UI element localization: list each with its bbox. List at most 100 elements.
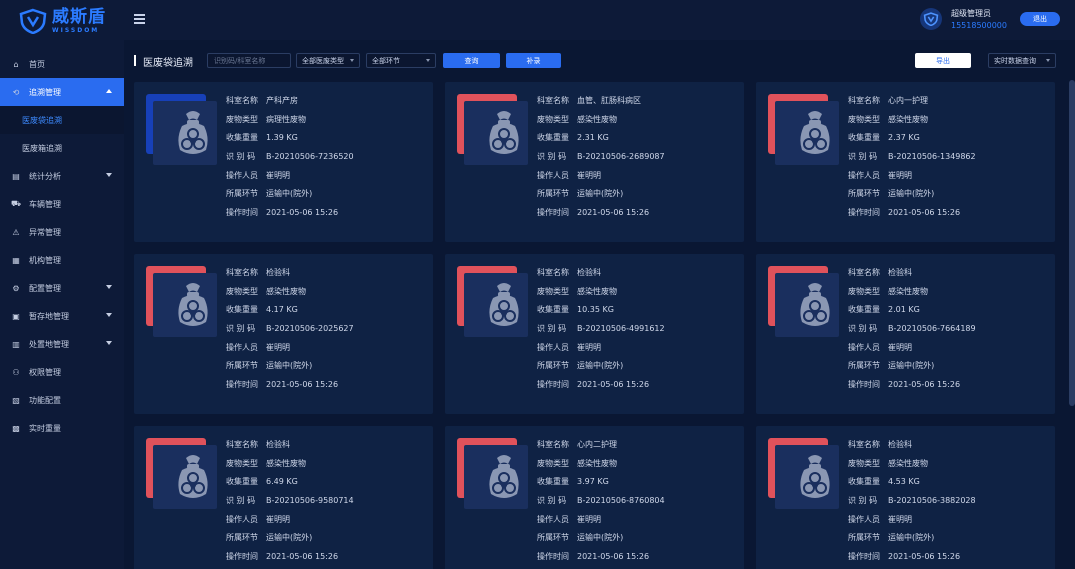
field-value: 2.31 KG bbox=[577, 133, 609, 143]
field-label: 识 别 码 bbox=[537, 324, 567, 334]
waste-bag-card[interactable]: 科室名称 心内一护理 废物类型 感染性废物 收集重量 2.37 KG 识 别 码 B-2021… bbox=[756, 82, 1055, 242]
sidebar-item[interactable]: ▤ 统计分析 bbox=[0, 162, 124, 190]
field-value: 崔明明 bbox=[577, 514, 601, 524]
card-field-time: 操作时间 2021-05-06 15:26 bbox=[848, 376, 976, 395]
card-field-operator: 操作人员 崔明明 bbox=[848, 511, 976, 530]
shield-logo-icon bbox=[923, 12, 939, 26]
waste-bag-card[interactable]: 科室名称 检验科 废物类型 感染性废物 收集重量 6.49 KG 识 别 码 B-202105… bbox=[134, 426, 433, 569]
card-field-code: 识 别 码 B-20210506-1349862 bbox=[848, 148, 976, 167]
field-value: 检验科 bbox=[888, 440, 912, 449]
field-label: 所属环节 bbox=[537, 533, 569, 543]
sidebar-item[interactable]: ▥ 处置地管理 bbox=[0, 330, 124, 358]
card-field-code: 识 别 码 B-20210506-2689087 bbox=[537, 148, 665, 167]
biohazard-bag-icon bbox=[146, 266, 220, 337]
query-button[interactable]: 查询 bbox=[443, 53, 500, 68]
waste-bag-card[interactable]: 科室名称 检验科 废物类型 感染性废物 收集重量 2.01 KG 识 别 码 B-202105… bbox=[756, 254, 1055, 414]
field-value: 1.39 KG bbox=[266, 133, 298, 143]
card-field-waste-type: 废物类型 病理性废物 bbox=[226, 111, 354, 130]
card-field-operator: 操作人员 崔明明 bbox=[537, 511, 665, 530]
card-field-waste-type: 废物类型 感染性废物 bbox=[537, 111, 665, 130]
field-value: 检验科 bbox=[266, 268, 290, 277]
card-field-waste-type: 废物类型 感染性废物 bbox=[848, 111, 976, 130]
scrollbar[interactable] bbox=[1069, 80, 1075, 569]
field-value: 运输中(院外) bbox=[888, 533, 935, 543]
field-value: 感染性废物 bbox=[577, 458, 617, 468]
biohazard-bag-icon bbox=[457, 266, 531, 337]
field-label: 操作人员 bbox=[848, 514, 880, 524]
field-label: 科室名称 bbox=[226, 96, 258, 105]
top-header: 超级管理员 15518500000 退出 bbox=[124, 0, 1075, 40]
waste-bag-card[interactable]: 科室名称 心内二护理 废物类型 感染性废物 收集重量 3.97 KG 识 别 码 B-2021… bbox=[445, 426, 744, 569]
function-icon: ▧ bbox=[12, 395, 20, 405]
chevron-up-icon bbox=[106, 89, 112, 93]
field-label: 识 别 码 bbox=[226, 496, 256, 506]
biohazard-bag-icon bbox=[768, 438, 842, 509]
field-value: 检验科 bbox=[577, 268, 601, 277]
chevron-down-icon bbox=[106, 173, 112, 177]
field-value: 2021-05-06 15:26 bbox=[888, 380, 961, 390]
field-label: 废物类型 bbox=[848, 114, 880, 124]
card-field-waste-type: 废物类型 感染性废物 bbox=[537, 455, 665, 474]
field-value: 运输中(院外) bbox=[266, 189, 313, 199]
sidebar-item[interactable]: ▦ 机构管理 bbox=[0, 246, 124, 274]
brand-name-cn: 威斯盾 bbox=[52, 6, 106, 27]
field-value: 检验科 bbox=[266, 440, 290, 449]
field-label: 操作人员 bbox=[848, 342, 880, 352]
card-field-stage: 所属环节 运输中(院外) bbox=[848, 185, 976, 204]
sidebar-item[interactable]: ⚠ 异常管理 bbox=[0, 218, 124, 246]
waste-bag-card[interactable]: 科室名称 血管、肛肠科病区 废物类型 感染性废物 收集重量 2.31 KG 识 别 码 B-2… bbox=[445, 82, 744, 242]
field-label: 操作时间 bbox=[537, 208, 569, 218]
field-value: B-20210506-8760804 bbox=[577, 496, 665, 506]
title-accent bbox=[134, 55, 136, 66]
field-value: 感染性废物 bbox=[888, 114, 928, 124]
card-field-department: 科室名称 检验科 bbox=[226, 264, 354, 283]
field-value: 运输中(院外) bbox=[577, 189, 624, 199]
card-field-time: 操作时间 2021-05-06 15:26 bbox=[537, 548, 665, 567]
field-label: 操作人员 bbox=[226, 170, 258, 180]
chevron-down-icon bbox=[1046, 59, 1050, 62]
field-label: 科室名称 bbox=[848, 440, 880, 449]
field-label: 所属环节 bbox=[848, 533, 880, 543]
field-label: 操作时间 bbox=[537, 380, 569, 390]
sidebar-subitem[interactable]: 医废袋追溯 bbox=[0, 106, 124, 134]
stage-select[interactable]: 全部环节 bbox=[366, 53, 436, 68]
card-field-department: 科室名称 产科产房 bbox=[226, 92, 354, 111]
field-label: 收集重量 bbox=[848, 133, 880, 143]
sidebar-item[interactable]: ⌂ 首页 bbox=[0, 50, 124, 78]
waste-bag-card[interactable]: 科室名称 检验科 废物类型 感染性废物 收集重量 4.53 KG 识 别 码 B-202105… bbox=[756, 426, 1055, 569]
sidebar-item[interactable]: ▣ 暂存地管理 bbox=[0, 302, 124, 330]
realtime-query-select-value: 实时数据查询 bbox=[994, 56, 1036, 65]
sidebar-item-label: 首页 bbox=[29, 59, 45, 69]
waste-bag-card[interactable]: 科室名称 检验科 废物类型 感染性废物 收集重量 10.35 KG 识 别 码 B-20210… bbox=[445, 254, 744, 414]
card-field-department: 科室名称 血管、肛肠科病区 bbox=[537, 92, 665, 111]
sidebar-item[interactable]: ▧ 功能配置 bbox=[0, 386, 124, 414]
realtime-query-select[interactable]: 实时数据查询 bbox=[988, 53, 1056, 68]
waste-bag-card[interactable]: 科室名称 检验科 废物类型 感染性废物 收集重量 4.17 KG 识 别 码 B-202105… bbox=[134, 254, 433, 414]
sidebar-item[interactable]: ⟲ 追溯管理 bbox=[0, 78, 124, 106]
search-input[interactable] bbox=[207, 53, 291, 68]
field-label: 科室名称 bbox=[848, 268, 880, 277]
scrollbar-thumb[interactable] bbox=[1069, 80, 1075, 406]
biohazard-bag-icon bbox=[768, 94, 842, 165]
sidebar-item[interactable]: ⚙ 配置管理 bbox=[0, 274, 124, 302]
user-name: 超级管理员 bbox=[951, 9, 991, 18]
field-value: 运输中(院外) bbox=[888, 361, 935, 371]
card-field-waste-type: 废物类型 感染性废物 bbox=[226, 283, 354, 302]
field-value: 崔明明 bbox=[888, 514, 912, 524]
waste-bag-card[interactable]: 科室名称 产科产房 废物类型 病理性废物 收集重量 1.39 KG 识 别 码 B-20210… bbox=[134, 82, 433, 242]
waste-type-select-value: 全部医废类型 bbox=[302, 56, 344, 65]
sidebar-item[interactable]: ▩ 实时重量 bbox=[0, 414, 124, 442]
storage-icon: ▣ bbox=[12, 311, 20, 321]
sidebar-subitem[interactable]: 医废箱追溯 bbox=[0, 134, 124, 162]
export-button[interactable]: 导出 bbox=[915, 53, 971, 68]
menu-toggle-icon[interactable] bbox=[134, 14, 145, 24]
field-value: 感染性废物 bbox=[266, 458, 306, 468]
sidebar-item[interactable]: ⚇ 权限管理 bbox=[0, 358, 124, 386]
waste-type-select[interactable]: 全部医废类型 bbox=[296, 53, 360, 68]
card-field-waste-type: 废物类型 感染性废物 bbox=[226, 455, 354, 474]
sidebar-item[interactable]: ⛟ 车辆管理 bbox=[0, 190, 124, 218]
supplement-button[interactable]: 补录 bbox=[506, 53, 561, 68]
card-field-weight: 收集重量 10.35 KG bbox=[537, 301, 665, 320]
chevron-down-icon bbox=[106, 313, 112, 317]
logout-button[interactable]: 退出 bbox=[1020, 12, 1060, 26]
